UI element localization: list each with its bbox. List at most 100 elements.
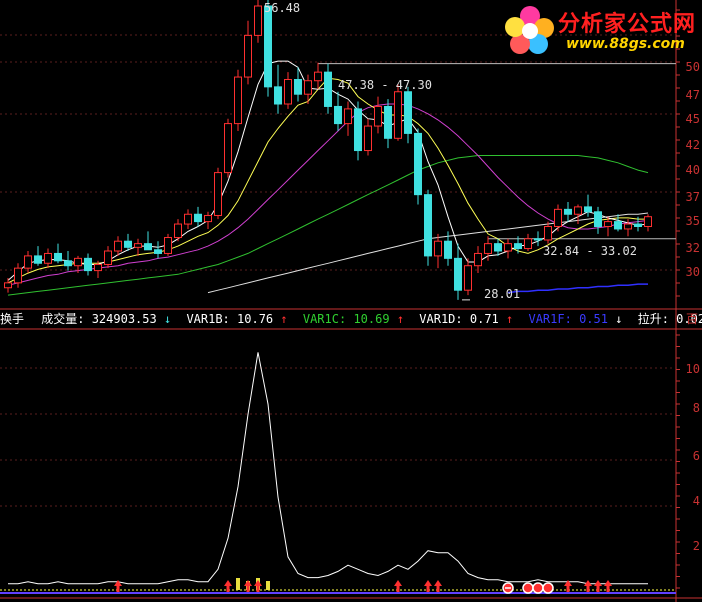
circle (532, 582, 544, 594)
candle (554, 204, 562, 232)
candle (154, 241, 162, 259)
candle (64, 251, 72, 271)
price-tick: 35 (685, 214, 700, 228)
candle (134, 238, 142, 256)
arrow-stem (396, 586, 400, 592)
candle (144, 231, 152, 251)
indicator-tick: 6 (692, 449, 700, 463)
candle (434, 233, 442, 269)
candle-body (14, 267, 22, 284)
candle-body (264, 5, 272, 88)
candle (84, 253, 92, 276)
logo-title: 分析家公式网 (558, 12, 697, 37)
arrow-stem (436, 586, 440, 592)
candle-body (484, 243, 492, 254)
candle (44, 248, 52, 269)
candle-body (474, 252, 482, 267)
indicator-tick: 4 (692, 494, 700, 508)
candle (424, 189, 432, 266)
candle (334, 91, 342, 131)
candle-body (154, 249, 162, 254)
candle-body (344, 108, 352, 125)
arrow-stem (566, 586, 570, 592)
candle-body (104, 250, 112, 265)
candle (224, 118, 232, 178)
site-logo: 分析家公式网 www.88gs.com (502, 0, 698, 58)
arrow-head (434, 580, 442, 586)
volume-arrow: ↓ (163, 312, 172, 326)
candle-body (204, 214, 212, 223)
signal-markers (114, 580, 612, 594)
candle (254, 0, 262, 43)
arrow-stem (426, 586, 430, 592)
candle (374, 96, 382, 134)
candle-body (44, 252, 52, 264)
range-low-annotation: 32.84 - 33.02 (543, 244, 637, 258)
price-tick: 45 (685, 112, 700, 126)
candle (194, 206, 202, 227)
candle-body (214, 172, 222, 216)
candle (474, 246, 482, 274)
candle-body (374, 105, 382, 127)
candle-body (414, 132, 422, 196)
price-tick: 37 (685, 190, 700, 204)
candle-body (64, 260, 72, 267)
arrow-stem (606, 586, 610, 592)
candle-body (494, 243, 502, 252)
var1f-value: 0.51 (579, 312, 608, 326)
candle-body (384, 105, 392, 139)
candle (284, 72, 292, 109)
candle (524, 233, 532, 251)
signal-circle-icon (532, 582, 544, 594)
var1d-value: 0.71 (469, 312, 499, 326)
candle-body (544, 226, 552, 241)
candle-body (74, 257, 82, 267)
price-tick: 32 (685, 241, 700, 255)
candle (104, 246, 112, 269)
arrow-head (114, 580, 122, 586)
candle (414, 128, 422, 205)
candle-body (624, 223, 632, 230)
candle-body (284, 79, 292, 105)
candle-body (144, 243, 152, 251)
arrow-head (254, 580, 262, 586)
volume-bar (236, 578, 240, 590)
arrow-stem (246, 586, 250, 592)
candle-body (294, 79, 302, 95)
scale-unit-label: 百 (685, 312, 698, 326)
arrow-stem (586, 586, 590, 592)
candle-body (464, 265, 472, 291)
arrow-head (394, 580, 402, 586)
volume-bar (266, 581, 270, 590)
candle (534, 231, 542, 247)
candle (464, 258, 472, 296)
var1c-arrow: ↑ (396, 312, 405, 326)
candle (234, 69, 242, 131)
var1b-label: VAR1B: (186, 312, 230, 326)
candle-body (244, 34, 252, 78)
candle-body (504, 243, 512, 252)
candle (204, 211, 212, 229)
candle-body (404, 91, 412, 134)
candle (404, 86, 412, 144)
candle-body (554, 208, 562, 228)
candle-body (364, 125, 372, 152)
price-tick: 40 (685, 163, 700, 177)
candle-body (584, 206, 592, 213)
flower-logo-icon (505, 6, 554, 54)
candle-body (234, 76, 242, 125)
candle-body (194, 213, 202, 223)
candle (244, 20, 252, 85)
var1f-arrow: ↓ (615, 312, 623, 326)
circle (522, 582, 534, 594)
high-price-annotation: 56.48 (264, 1, 301, 15)
price-tick: 42 (685, 138, 700, 152)
candle (564, 202, 572, 222)
candle-body (444, 240, 452, 259)
circle (542, 582, 554, 594)
price-tick: 30 (685, 265, 700, 279)
candle (544, 221, 552, 244)
candle (174, 219, 182, 242)
arrow-stem (116, 586, 120, 592)
candle-body (4, 282, 12, 289)
